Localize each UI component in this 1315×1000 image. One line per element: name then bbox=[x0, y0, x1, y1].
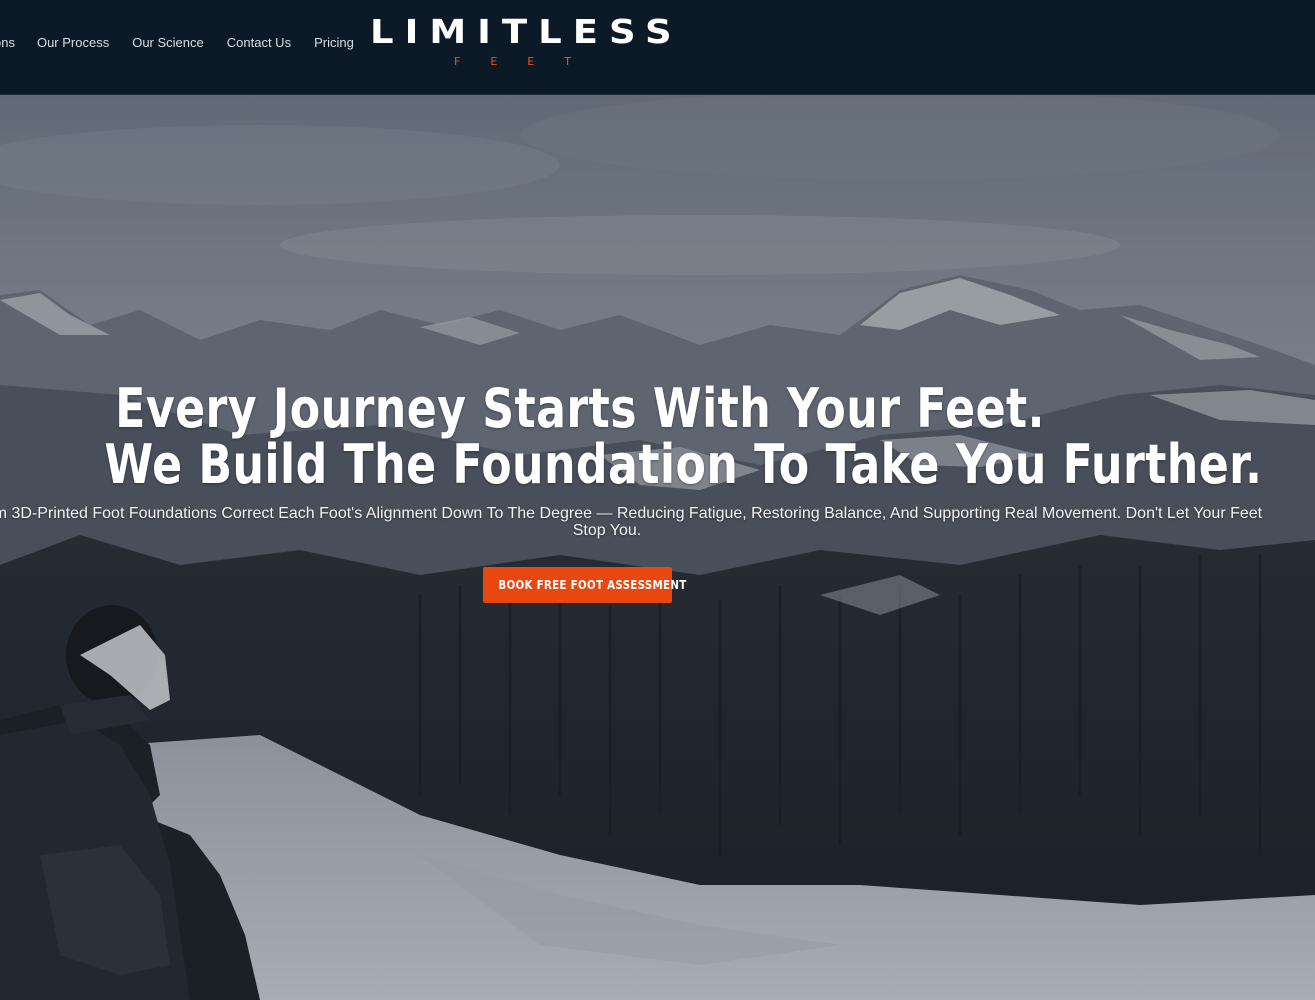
nav-item-contact-us[interactable]: Contact Us bbox=[227, 34, 291, 52]
site-logo[interactable]: LIMITLESS FEET bbox=[370, 14, 722, 74]
hero-subtext: Custom 3D-Printed Foot Foundations Corre… bbox=[0, 505, 1263, 539]
headline-line-2: We Build The Foundation To Take You Furt… bbox=[104, 433, 1263, 497]
book-assessment-label: BOOK FREE FOOT ASSESSMENT bbox=[498, 578, 687, 592]
main-nav: ons Our Process Our Science Contact Us P… bbox=[0, 34, 377, 52]
nav-item-solutions[interactable]: ons bbox=[0, 34, 15, 52]
logo-subtitle: FEET bbox=[454, 55, 601, 68]
site-header: ons Our Process Our Science Contact Us P… bbox=[0, 0, 1315, 95]
nav-item-our-science[interactable]: Our Science bbox=[132, 34, 204, 52]
logo-wordmark: LIMITLESS bbox=[370, 13, 683, 51]
nav-item-our-process[interactable]: Our Process bbox=[37, 34, 109, 52]
hero-headline: Every Journey Starts With Your Feet. We … bbox=[104, 377, 1263, 497]
hero-overlay bbox=[0, 95, 1315, 1000]
book-assessment-button[interactable]: BOOK FREE FOOT ASSESSMENT bbox=[483, 567, 686, 603]
nav-item-pricing[interactable]: Pricing bbox=[314, 34, 354, 52]
hero-section: Every Journey Starts With Your Feet. We … bbox=[0, 95, 1315, 1000]
headline-line-1: Every Journey Starts With Your Feet. bbox=[115, 377, 1045, 441]
